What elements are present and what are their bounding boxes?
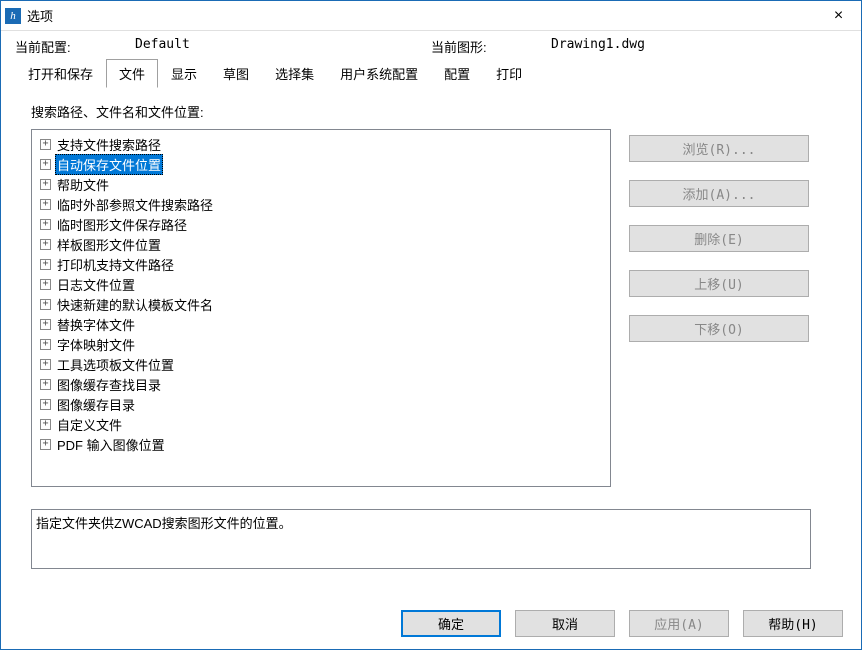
options-dialog: h 选项 × 当前配置: Default 当前图形: Drawing1.dwg … [0,0,862,650]
tab-user-preferences[interactable]: 用户系统配置 [327,59,431,88]
current-config-label: 当前配置: [15,37,125,56]
bottom-buttons-row: 确定 取消 应用(A) 帮助(H) [1,600,861,649]
tree-item[interactable]: + 临时外部参照文件搜索路径 [34,194,608,214]
expand-icon[interactable]: + [40,219,51,230]
tree-item-label: 打印机支持文件路径 [55,254,176,275]
ok-button[interactable]: 确定 [401,610,501,637]
tree-item[interactable]: + PDF 输入图像位置 [34,434,608,454]
expand-icon[interactable]: + [40,419,51,430]
current-drawing-group: 当前图形: Drawing1.dwg [431,37,847,56]
main-row: + 支持文件搜索路径 + 自动保存文件位置 + 帮助文件 + 临时外部参照文件搜索路径 + 临时图… [31,129,843,487]
move-down-button[interactable]: 下移(O) [629,315,809,342]
tree-item-label: 自定义文件 [55,414,124,435]
expand-icon[interactable]: + [40,339,51,350]
expand-icon[interactable]: + [40,159,51,170]
tab-print[interactable]: 打印 [483,59,535,88]
expand-icon[interactable]: + [40,199,51,210]
description-text: 指定文件夹供ZWCAD搜索图形文件的位置。 [36,516,292,531]
section-label: 搜索路径、文件名和文件位置: [31,102,843,121]
tree-item-label: PDF 输入图像位置 [55,434,167,455]
help-button[interactable]: 帮助(H) [743,610,843,637]
tree-item-label: 自动保存文件位置 [55,154,163,175]
browse-button[interactable]: 浏览(R)... [629,135,809,162]
path-tree[interactable]: + 支持文件搜索路径 + 自动保存文件位置 + 帮助文件 + 临时外部参照文件搜索路径 + 临时图… [31,129,611,487]
tree-item[interactable]: + 临时图形文件保存路径 [34,214,608,234]
tab-selection[interactable]: 选择集 [262,59,327,88]
tab-files[interactable]: 文件 [106,59,158,88]
expand-icon[interactable]: + [40,239,51,250]
tree-item-label: 帮助文件 [55,174,111,195]
tree-item-label: 图像缓存目录 [55,394,137,415]
current-config-value: Default [135,37,190,56]
tree-item[interactable]: + 日志文件位置 [34,274,608,294]
expand-icon[interactable]: + [40,139,51,150]
tree-item-label: 字体映射文件 [55,334,137,355]
current-drawing-label: 当前图形: [431,37,541,56]
tab-profiles[interactable]: 配置 [431,59,483,88]
tree-item[interactable]: + 打印机支持文件路径 [34,254,608,274]
delete-button[interactable]: 删除(E) [629,225,809,252]
tree-item[interactable]: + 样板图形文件位置 [34,234,608,254]
side-buttons: 浏览(R)... 添加(A)... 删除(E) 上移(U) 下移(O) [629,129,809,487]
current-config-group: 当前配置: Default [15,37,431,56]
tree-item-label: 工具选项板文件位置 [55,354,176,375]
expand-icon[interactable]: + [40,299,51,310]
tree-item-label: 快速新建的默认模板文件名 [55,294,215,315]
tab-open-save[interactable]: 打开和保存 [15,59,106,88]
cancel-button[interactable]: 取消 [515,610,615,637]
content-area: 搜索路径、文件名和文件位置: + 支持文件搜索路径 + 自动保存文件位置 + 帮助文件 + 临… [1,88,861,600]
tree-item[interactable]: + 自定义文件 [34,414,608,434]
tree-item[interactable]: + 支持文件搜索路径 [34,134,608,154]
tree-item[interactable]: + 自动保存文件位置 [34,154,608,174]
tree-item-label: 支持文件搜索路径 [55,134,163,155]
expand-icon[interactable]: + [40,359,51,370]
tree-item-label: 临时外部参照文件搜索路径 [55,194,215,215]
tree-item[interactable]: + 图像缓存目录 [34,394,608,414]
add-button[interactable]: 添加(A)... [629,180,809,207]
info-row: 当前配置: Default 当前图形: Drawing1.dwg [1,31,861,58]
expand-icon[interactable]: + [40,279,51,290]
tree-item-label: 日志文件位置 [55,274,137,295]
tab-drafting[interactable]: 草图 [210,59,262,88]
tree-item[interactable]: + 字体映射文件 [34,334,608,354]
tab-display[interactable]: 显示 [158,59,210,88]
move-up-button[interactable]: 上移(U) [629,270,809,297]
tree-item-label: 样板图形文件位置 [55,234,163,255]
expand-icon[interactable]: + [40,439,51,450]
expand-icon[interactable]: + [40,399,51,410]
description-box: 指定文件夹供ZWCAD搜索图形文件的位置。 [31,509,811,569]
tabs-row: 打开和保存 文件 显示 草图 选择集 用户系统配置 配置 打印 [1,58,861,88]
titlebar: h 选项 × [1,1,861,31]
expand-icon[interactable]: + [40,319,51,330]
tree-item[interactable]: + 替换字体文件 [34,314,608,334]
tree-item[interactable]: + 工具选项板文件位置 [34,354,608,374]
tree-item[interactable]: + 快速新建的默认模板文件名 [34,294,608,314]
tree-item-label: 临时图形文件保存路径 [55,214,189,235]
close-button[interactable]: × [816,1,861,31]
app-icon: h [5,8,21,24]
window-title: 选项 [27,6,53,25]
tree-item[interactable]: + 图像缓存查找目录 [34,374,608,394]
apply-button[interactable]: 应用(A) [629,610,729,637]
expand-icon[interactable]: + [40,179,51,190]
close-icon: × [834,7,843,25]
current-drawing-value: Drawing1.dwg [551,37,645,56]
tree-item-label: 图像缓存查找目录 [55,374,163,395]
expand-icon[interactable]: + [40,259,51,270]
tree-item-label: 替换字体文件 [55,314,137,335]
tree-item[interactable]: + 帮助文件 [34,174,608,194]
expand-icon[interactable]: + [40,379,51,390]
